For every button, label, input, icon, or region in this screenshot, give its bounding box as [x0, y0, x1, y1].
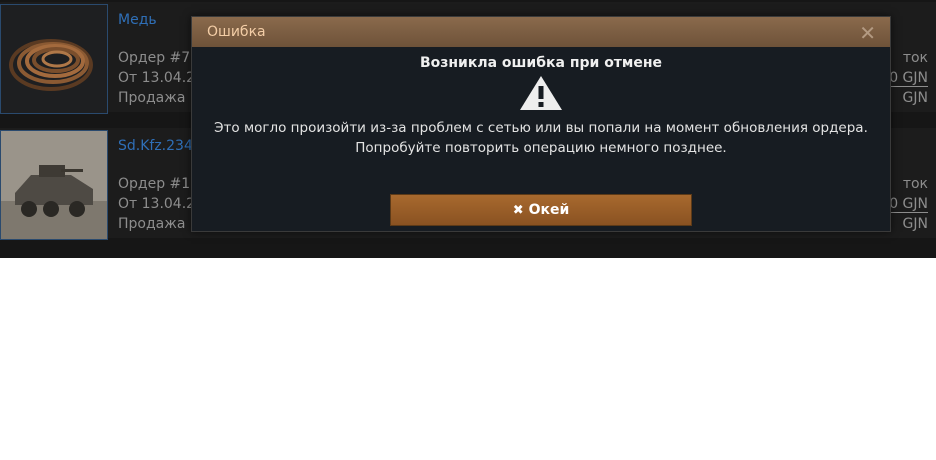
x-mark-icon: ✖ [512, 202, 524, 218]
item-name-link[interactable]: Sd.Kfz.234 [118, 138, 193, 154]
dialog-title: Ошибка [207, 24, 266, 40]
order-status: ток [902, 176, 928, 192]
order-number: Ордер #7 [118, 50, 191, 66]
order-total: GJN [902, 216, 928, 232]
dialog-message-line: Это могло произойти из-за проблем с сеть… [214, 120, 868, 136]
close-icon[interactable]: ✕ [859, 21, 876, 45]
dialog-message-line: Попробуйте повторить операцию немного по… [355, 140, 727, 156]
order-status: ток [902, 50, 928, 66]
order-type: Продажа [118, 90, 186, 106]
item-name-link[interactable]: Медь [118, 12, 157, 28]
item-image-vehicle[interactable] [0, 130, 108, 240]
order-price: 0 GJN [889, 70, 928, 87]
order-type: Продажа [118, 216, 186, 232]
order-date: От 13.04.2 [118, 196, 196, 212]
dialog-heading: Возникла ошибка при отмене [419, 55, 663, 71]
item-image-copper[interactable] [0, 4, 108, 114]
dialog-header: Ошибка ✕ [192, 17, 890, 47]
order-number: Ордер #1 [118, 176, 191, 192]
order-total: GJN [902, 90, 928, 106]
order-date: От 13.04.2 [118, 70, 196, 86]
error-dialog: Ошибка ✕ Возникла ошибка при отмене Это … [191, 16, 891, 232]
ok-button[interactable]: ✖ Окей [390, 194, 692, 226]
warning-triangle-icon [520, 76, 562, 110]
ok-button-label: Окей [528, 202, 570, 218]
dialog-message: Это могло произойти из-за проблем с сеть… [192, 118, 890, 158]
order-price: 0 GJN [889, 196, 928, 213]
